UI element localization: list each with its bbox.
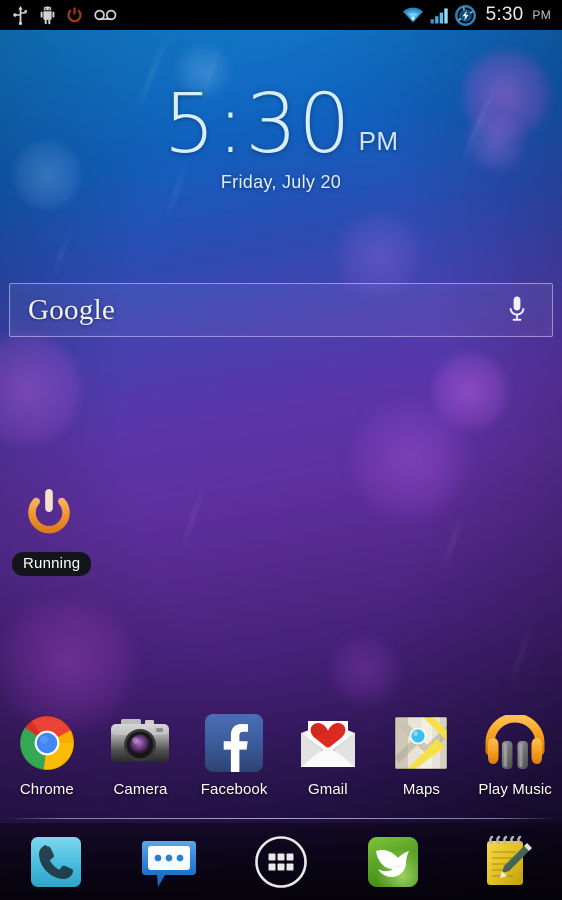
clock-widget[interactable]: 5:30 PM Friday, July 20 <box>0 84 562 193</box>
app-label: Camera <box>113 781 168 798</box>
status-bar-ampm: PM <box>532 8 551 22</box>
bokeh-circle <box>350 400 470 520</box>
dock-item-dolphin-browser[interactable] <box>337 833 449 891</box>
bokeh-circle <box>432 352 510 430</box>
light-streak <box>509 621 533 689</box>
light-streak <box>180 483 206 553</box>
app-gmail[interactable]: Gmail <box>281 712 375 798</box>
clock-ampm: PM <box>358 126 399 156</box>
android-home-screen: 5:30 PM 5:30 PM Friday, July 20 Google R… <box>0 0 562 900</box>
status-bar[interactable]: 5:30 PM <box>0 0 562 30</box>
facebook-icon <box>203 712 265 774</box>
app-label: Play Music <box>478 781 552 798</box>
home-app-row: Chrome Camera Facebook Gmail Maps Play M… <box>0 712 562 798</box>
app-label: Gmail <box>307 781 348 798</box>
app-label: Facebook <box>200 781 268 798</box>
app-play-music[interactable]: Play Music <box>468 712 562 798</box>
usb-icon <box>13 5 27 25</box>
messaging-icon <box>140 833 198 891</box>
shortcut-running[interactable]: Running <box>12 487 92 576</box>
phone-icon <box>27 833 85 891</box>
shortcut-label: Running <box>12 552 92 576</box>
app-label: Maps <box>402 781 440 798</box>
dock-item-phone[interactable] <box>0 833 112 891</box>
app-maps[interactable]: Maps <box>375 712 469 798</box>
google-search-widget[interactable]: Google <box>9 283 553 337</box>
cellular-signal-icon <box>430 7 448 24</box>
bokeh-circle <box>0 600 142 730</box>
android-debug-icon <box>40 5 55 24</box>
battery-charging-icon <box>454 4 476 26</box>
gmail-icon <box>297 712 359 774</box>
notepad-icon <box>477 833 535 891</box>
power-icon <box>28 489 70 534</box>
app-camera[interactable]: Camera <box>94 712 188 798</box>
chrome-icon <box>16 712 78 774</box>
power-icon <box>67 6 82 22</box>
app-facebook[interactable]: Facebook <box>187 712 281 798</box>
bokeh-circle <box>0 330 84 448</box>
status-bar-right-icons: 5:30 PM <box>402 4 562 26</box>
voice-search-button[interactable] <box>502 292 532 328</box>
light-streak <box>51 231 71 279</box>
clock-time: 5:30 <box>163 77 352 172</box>
maps-icon <box>390 712 452 774</box>
app-drawer-icon <box>252 833 310 891</box>
bokeh-circle <box>330 636 400 706</box>
app-chrome[interactable]: Chrome <box>0 712 94 798</box>
microphone-icon <box>509 296 525 321</box>
dock-item-notes[interactable] <box>450 833 562 891</box>
voicemail-icon <box>94 9 117 21</box>
dock-divider <box>10 818 552 819</box>
clock-time-row: 5:30 PM <box>0 84 562 166</box>
clock-date: Friday, July 20 <box>220 172 342 192</box>
wifi-icon <box>402 7 423 23</box>
dock-item-messaging[interactable] <box>112 833 224 891</box>
camera-icon <box>109 712 171 774</box>
light-streak <box>442 511 464 571</box>
google-logo-text: Google <box>28 293 116 326</box>
status-bar-left-icons <box>0 5 117 25</box>
app-label: Chrome <box>19 781 74 798</box>
play-music-icon <box>484 712 546 774</box>
dolphin-browser-icon <box>364 833 422 891</box>
dock-item-app-drawer[interactable] <box>225 833 337 891</box>
dock <box>0 823 562 900</box>
status-bar-time: 5:30 <box>485 4 524 25</box>
